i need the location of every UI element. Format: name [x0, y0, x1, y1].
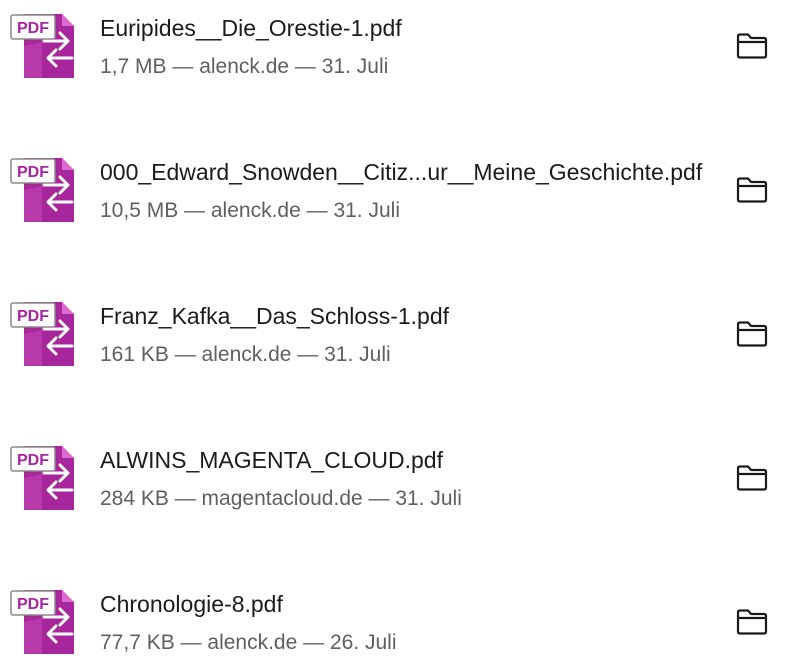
show-in-folder-button[interactable] — [730, 602, 774, 642]
show-in-folder-button[interactable] — [730, 458, 774, 498]
file-name: ALWINS_MAGENTA_CLOUD.pdf — [100, 447, 443, 473]
file-name: 000_Edward_Snowden__Citiz...ur__Meine_Ge… — [100, 159, 703, 185]
file-details: 1,7 MB — alenck.de — 31. Juli — [100, 55, 389, 78]
downloads-list: PDF Euripides__Die_Orestie-1.pdf 1,7 MB … — [0, 0, 787, 661]
pdf-file-icon: PDF — [10, 12, 76, 78]
show-in-folder-button[interactable] — [730, 314, 774, 354]
pdf-badge-text: PDF — [17, 308, 49, 325]
download-item[interactable]: PDF Euripides__Die_Orestie-1.pdf 1,7 MB … — [0, 0, 787, 100]
download-item[interactable]: PDF 000_Edward_Snowden__Citiz...ur__Mein… — [0, 144, 787, 244]
file-name: Franz_Kafka__Das_Schloss-1.pdf — [100, 303, 450, 329]
pdf-badge-text: PDF — [17, 20, 49, 37]
show-in-folder-button[interactable] — [730, 26, 774, 66]
pdf-file-icon: PDF — [10, 156, 76, 222]
pdf-file-icon: PDF — [10, 300, 76, 366]
folder-icon — [736, 177, 768, 203]
folder-icon — [736, 33, 768, 59]
folder-icon — [736, 609, 768, 635]
download-item[interactable]: PDF ALWINS_MAGENTA_CLOUD.pdf 284 KB — ma… — [0, 432, 787, 532]
download-item[interactable]: PDF Franz_Kafka__Das_Schloss-1.pdf 161 K… — [0, 288, 787, 388]
pdf-file-icon: PDF — [10, 588, 76, 654]
show-in-folder-button[interactable] — [730, 170, 774, 210]
file-details: 284 KB — magentacloud.de — 31. Juli — [100, 487, 462, 510]
file-name: Euripides__Die_Orestie-1.pdf — [100, 15, 402, 41]
folder-icon — [736, 321, 768, 347]
pdf-badge-text: PDF — [17, 164, 49, 181]
file-details: 161 KB — alenck.de — 31. Juli — [100, 343, 391, 366]
pdf-file-icon: PDF — [10, 444, 76, 510]
file-details: 10,5 MB — alenck.de — 31. Juli — [100, 199, 400, 222]
file-details: 77,7 KB — alenck.de — 26. Juli — [100, 631, 397, 654]
pdf-badge-text: PDF — [17, 596, 49, 613]
pdf-badge-text: PDF — [17, 452, 49, 469]
file-name: Chronologie-8.pdf — [100, 591, 283, 617]
folder-icon — [736, 465, 768, 491]
download-item[interactable]: PDF Chronologie-8.pdf 77,7 KB — alenck.d… — [0, 576, 787, 661]
